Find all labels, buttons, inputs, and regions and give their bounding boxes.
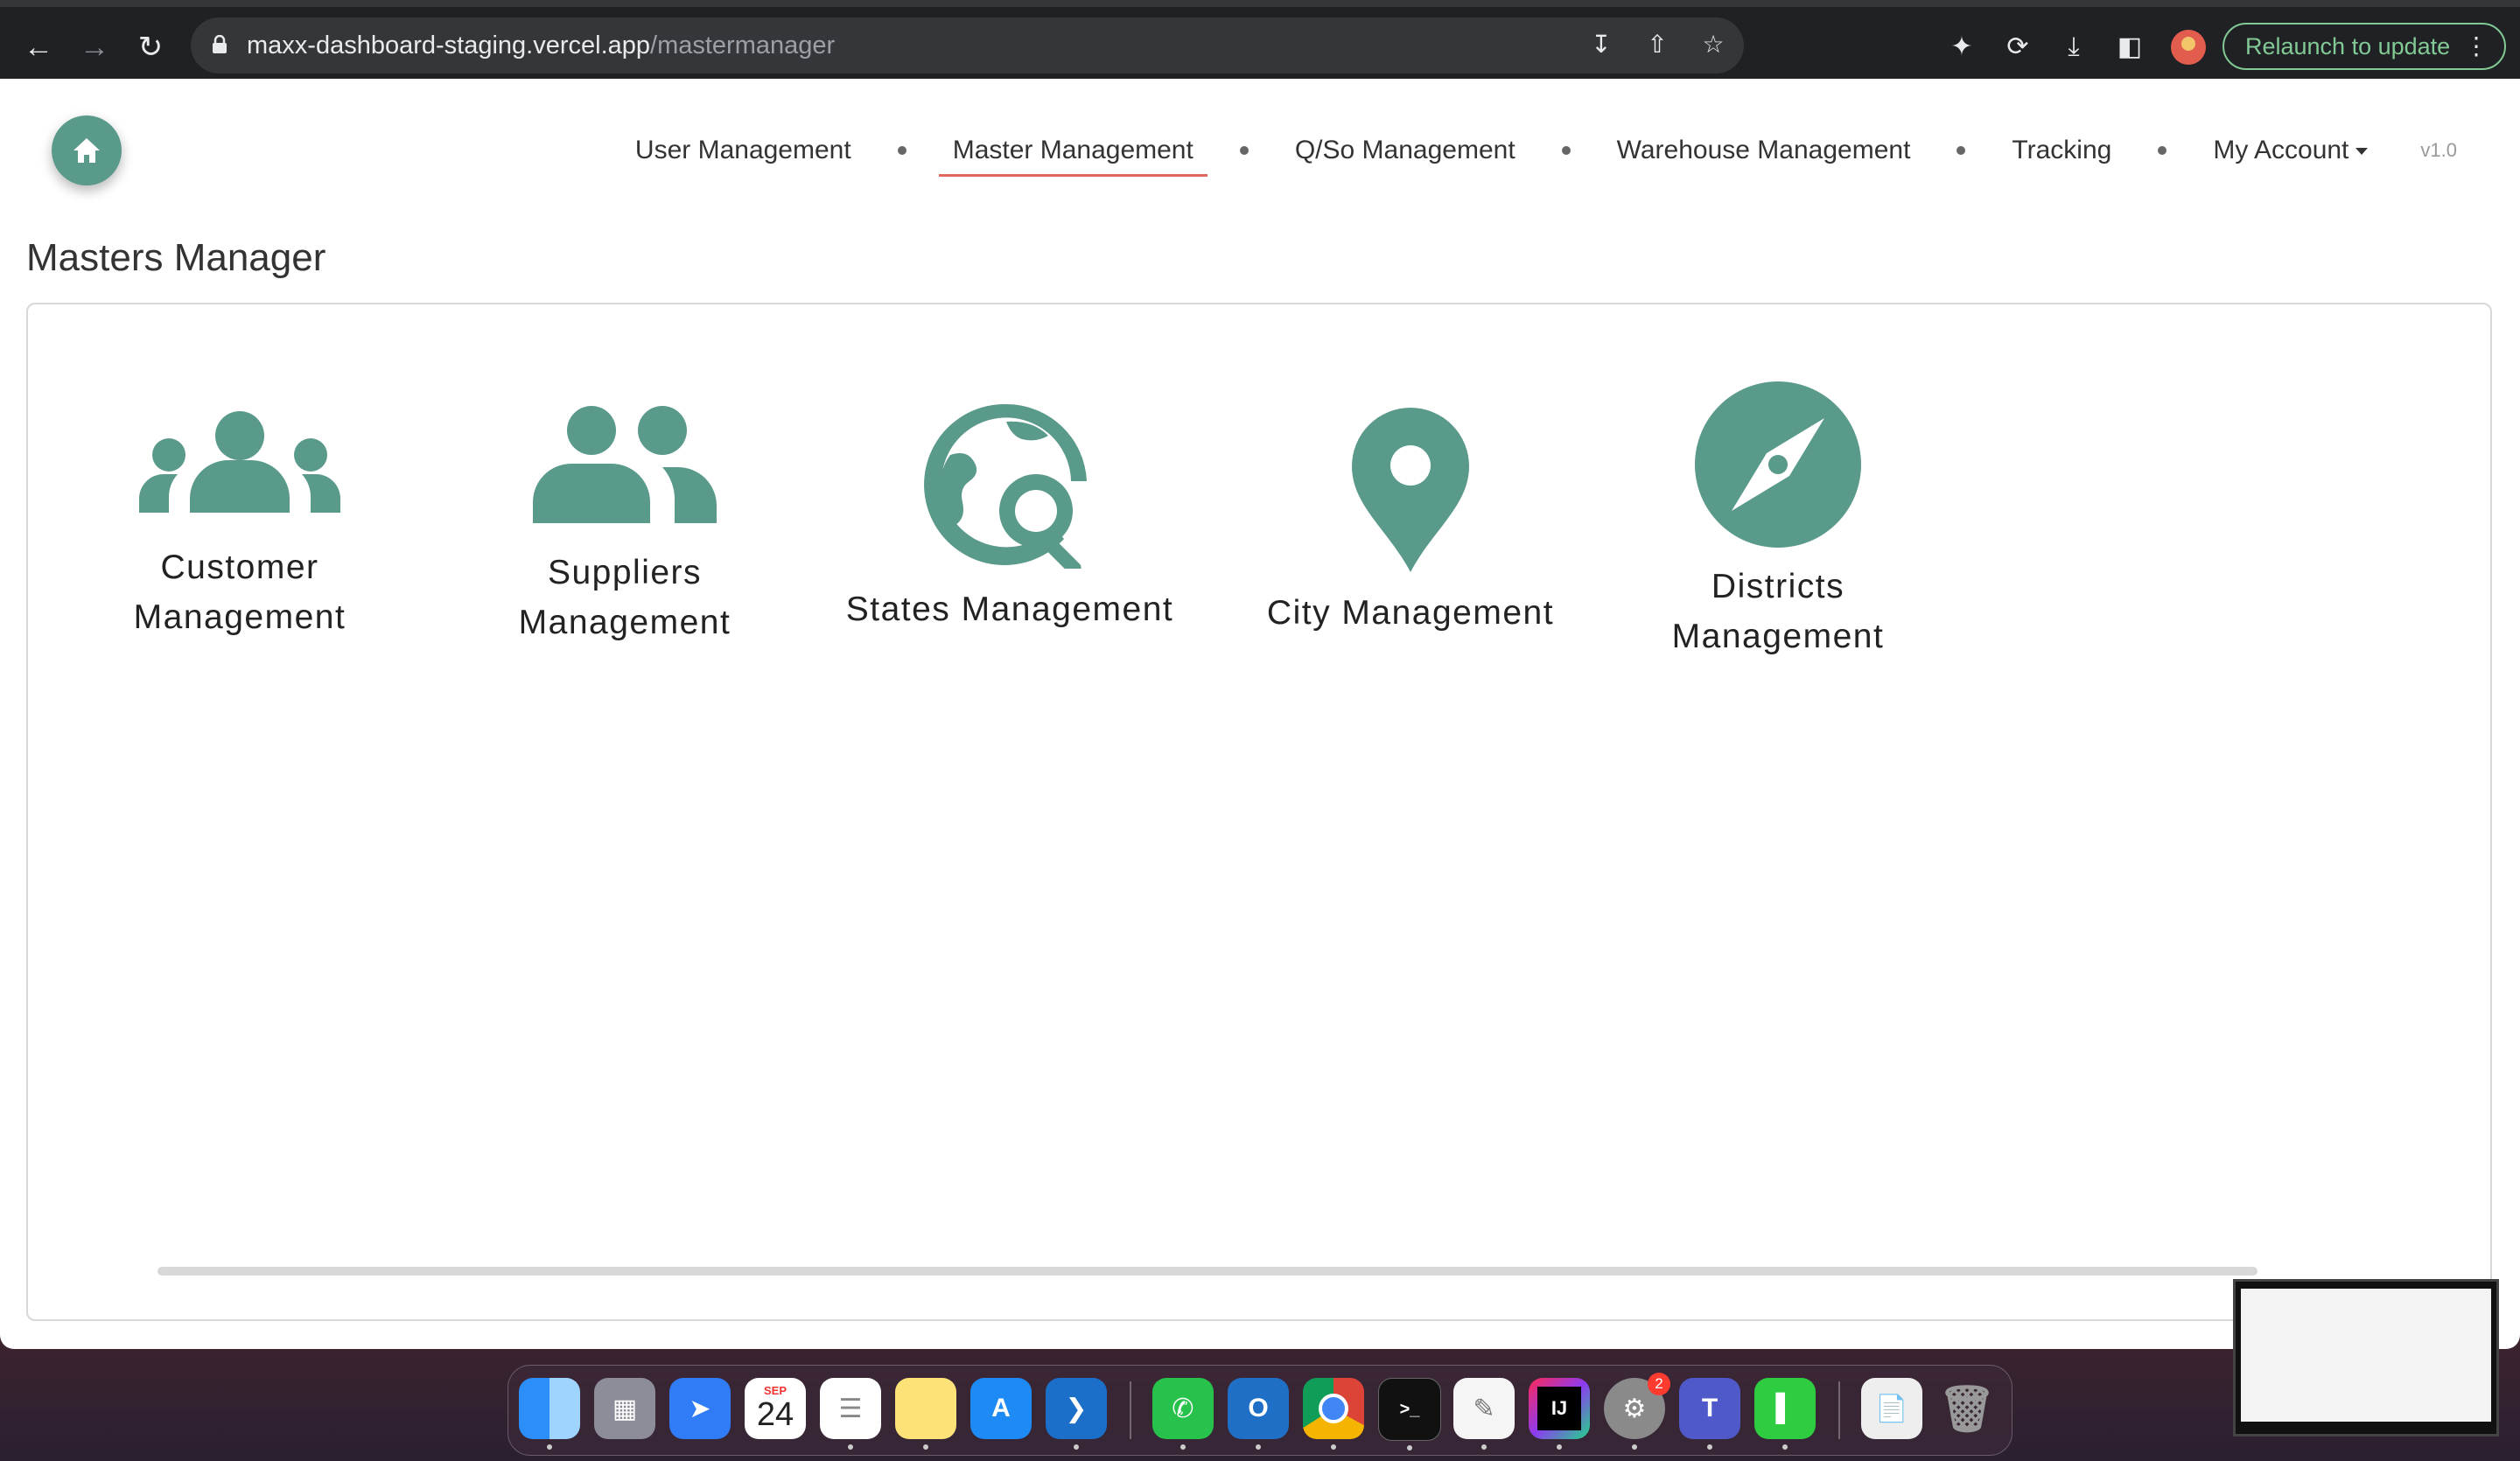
launchpad-icon[interactable]: ▦ bbox=[594, 1378, 655, 1439]
share-icon[interactable]: ⇧ bbox=[1644, 31, 1670, 58]
nav-qso-management[interactable]: Q/So Management bbox=[1281, 129, 1530, 171]
tile-label: Suppliers Management bbox=[518, 554, 732, 641]
nav-separator bbox=[2158, 146, 2167, 155]
trash-icon[interactable]: 🗑 bbox=[1936, 1378, 1998, 1439]
nav-separator bbox=[1239, 146, 1249, 155]
safari-icon[interactable]: ➤ bbox=[669, 1378, 731, 1439]
screenshot-thumbnail-preview[interactable] bbox=[2233, 1279, 2499, 1437]
nav-user-management[interactable]: User Management bbox=[621, 129, 865, 171]
calendar-icon[interactable]: SEP 24 bbox=[745, 1378, 806, 1439]
globe-search-icon bbox=[924, 403, 1087, 569]
whatsapp-icon[interactable]: ✆ bbox=[1152, 1378, 1214, 1450]
dock-divider bbox=[1130, 1381, 1131, 1439]
home-icon bbox=[74, 138, 100, 163]
version-label: v1.0 bbox=[2420, 139, 2457, 161]
nav-separator bbox=[1956, 146, 1966, 155]
tile-suppliers-management[interactable]: Suppliers Management bbox=[494, 404, 756, 647]
performance-icon[interactable]: ⟳ bbox=[2003, 32, 2033, 62]
tile-label: Districts Management bbox=[1671, 568, 1885, 655]
nav-master-management[interactable]: Master Management bbox=[938, 129, 1208, 177]
document-stack-icon[interactable]: 📄 bbox=[1861, 1378, 1922, 1439]
address-bar[interactable]: maxx-dashboard-staging.vercel.app/master… bbox=[191, 17, 1744, 73]
intellij-icon[interactable]: IJ bbox=[1529, 1378, 1590, 1450]
tile-customer-management[interactable]: Customer Management bbox=[108, 411, 371, 642]
chrome-icon[interactable] bbox=[1303, 1378, 1364, 1450]
tile-label: States Management bbox=[845, 591, 1174, 628]
textedit-icon[interactable]: ✎ bbox=[1453, 1378, 1515, 1450]
home-button[interactable] bbox=[52, 115, 122, 185]
download-icon[interactable]: ⤓ bbox=[2059, 32, 2089, 62]
nav-separator bbox=[1561, 146, 1571, 155]
profile-avatar[interactable] bbox=[2171, 30, 2206, 65]
side-panel-icon[interactable]: ◧ bbox=[2115, 32, 2145, 62]
bookmark-star-icon[interactable]: ☆ bbox=[1700, 31, 1726, 58]
horizontal-scrollbar[interactable] bbox=[158, 1267, 2258, 1276]
tile-states-management[interactable]: States Management bbox=[835, 402, 1185, 634]
extensions-puzzle-icon[interactable]: ✦ bbox=[1947, 32, 1977, 62]
caret-down-icon bbox=[2356, 148, 2369, 156]
nav-my-account-dropdown[interactable]: My Account bbox=[2199, 129, 2382, 171]
tile-districts-management[interactable]: Districts Management bbox=[1647, 381, 1909, 661]
nav-tracking[interactable]: Tracking bbox=[1998, 129, 2125, 171]
reminders-icon[interactable]: ☰ bbox=[820, 1378, 881, 1450]
users-group-icon bbox=[139, 411, 340, 513]
page-viewport: User Management Master Management Q/So M… bbox=[0, 79, 2520, 1349]
back-icon[interactable]: ← bbox=[14, 23, 63, 72]
top-navigation: User Management Master Management Q/So M… bbox=[621, 129, 2457, 177]
tile-label: City Management bbox=[1266, 594, 1555, 632]
notes-icon[interactable] bbox=[895, 1378, 956, 1450]
forward-icon[interactable]: → bbox=[70, 23, 119, 72]
thumbnail-image bbox=[2241, 1289, 2491, 1422]
reload-icon[interactable]: ↻ bbox=[126, 23, 175, 72]
app-store-icon[interactable]: A bbox=[970, 1378, 1032, 1439]
terminal-icon[interactable]: >_ bbox=[1378, 1378, 1441, 1451]
numbers-icon[interactable]: ▌ bbox=[1754, 1378, 1816, 1450]
dock-divider bbox=[1838, 1381, 1840, 1439]
outlook-icon[interactable]: O bbox=[1228, 1378, 1289, 1450]
compass-icon bbox=[1695, 381, 1861, 548]
nav-warehouse-management[interactable]: Warehouse Management bbox=[1603, 129, 1925, 171]
install-app-icon[interactable]: ↧ bbox=[1588, 31, 1614, 58]
tile-label: Customer Management bbox=[133, 549, 346, 636]
page-title: Masters Manager bbox=[26, 236, 326, 279]
kebab-menu-icon[interactable]: ⋮ bbox=[2464, 24, 2488, 68]
system-settings-icon[interactable]: ⚙ 2 bbox=[1604, 1373, 1670, 1450]
tile-city-management[interactable]: City Management bbox=[1236, 408, 1586, 638]
masters-card: CustomerManagement SuppliersManagement bbox=[26, 303, 2492, 1321]
map-pin-icon bbox=[1352, 408, 1469, 572]
vscode-icon[interactable]: ❯ bbox=[1046, 1378, 1107, 1450]
url-text: maxx-dashboard-staging.vercel.app/master… bbox=[247, 31, 836, 59]
relaunch-button[interactable]: Relaunch to update ⋮ bbox=[2222, 23, 2506, 70]
nav-separator bbox=[897, 146, 906, 155]
user-friends-icon bbox=[533, 406, 717, 523]
notification-badge: 2 bbox=[1648, 1373, 1670, 1395]
teams-icon[interactable]: T bbox=[1679, 1378, 1740, 1450]
browser-toolbar: ← → ↻ maxx-dashboard-staging.vercel.app/… bbox=[0, 0, 2520, 79]
lock-icon bbox=[213, 35, 227, 53]
macos-dock: ▦ ➤ SEP 24 ☰ A ❯ ✆ O >_ ✎ IJ ⚙ 2 T ▌ 📄 🗑 bbox=[508, 1365, 2012, 1456]
finder-icon[interactable] bbox=[519, 1378, 580, 1450]
